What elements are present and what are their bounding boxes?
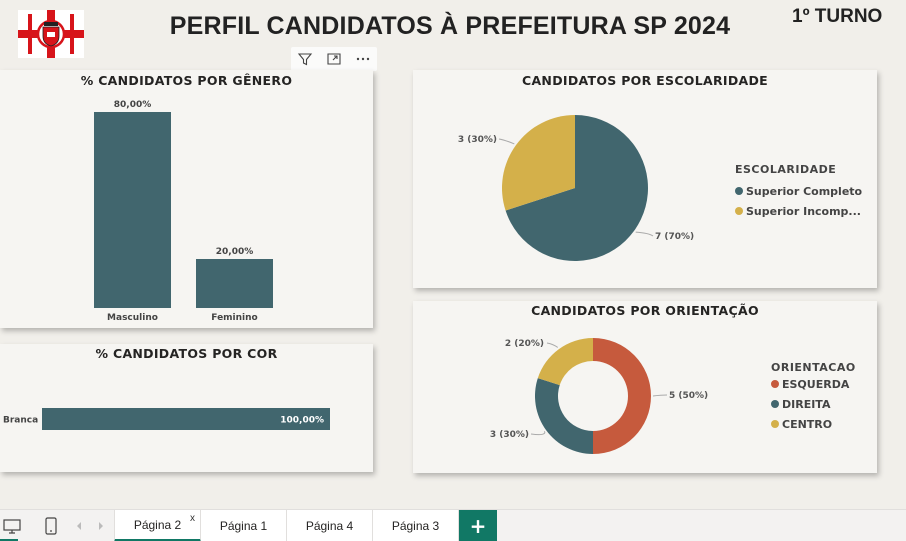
scroll-tabs-right-button[interactable]: [94, 510, 108, 541]
legend-label: Superior Incomp...: [746, 204, 861, 218]
gender-category-label: Masculino: [107, 313, 158, 323]
turno-label: 1º TURNO: [792, 6, 883, 27]
focus-mode-icon[interactable]: [322, 47, 346, 71]
education-data-label: 7 (70%): [655, 232, 694, 242]
orientation-leader-line: [546, 342, 559, 348]
education-chart-card[interactable]: CANDIDATOS POR ESCOLARIDADE 7 (70%) 3 (30…: [413, 70, 877, 288]
orientation-leader-line: [652, 394, 668, 397]
education-legend: ESCOLARIDADE Superior Completo Superior I…: [735, 163, 862, 221]
tab-label: Página 4: [305, 519, 354, 533]
orientation-data-label: 3 (30%): [490, 430, 529, 440]
tab-pagina-1[interactable]: Página 1: [201, 510, 287, 541]
gender-value-label: 80,00%: [114, 100, 152, 110]
tab-pagina-4[interactable]: Página 4: [287, 510, 373, 541]
education-data-label: 3 (30%): [458, 135, 497, 145]
orientation-legend-item[interactable]: DIREITA: [771, 394, 856, 414]
orientation-legend-item[interactable]: CENTRO: [771, 414, 856, 434]
legend-marker: [735, 187, 743, 195]
orientation-legend-title: ORIENTACAO: [771, 361, 856, 374]
legend-marker: [771, 420, 779, 428]
gender-value-label: 20,00%: [216, 247, 254, 257]
page-tab-bar: Página 2 x Página 1 Página 4 Página 3 +: [0, 509, 906, 541]
scroll-tabs-left-button[interactable]: [72, 510, 86, 541]
orientation-leader-line: [530, 431, 546, 436]
desktop-layout-button[interactable]: [0, 510, 24, 541]
desktop-icon: [3, 519, 21, 534]
tab-label: Página 3: [391, 519, 440, 533]
gender-bar: [94, 112, 171, 308]
mobile-layout-button[interactable]: [40, 510, 62, 541]
chevron-left-icon: [77, 522, 81, 530]
close-tab-icon[interactable]: x: [190, 513, 195, 524]
add-page-button[interactable]: +: [459, 510, 497, 541]
page-title: PERFIL CANDIDATOS À PREFEITURA SP 2024: [169, 12, 731, 40]
filter-icon[interactable]: [293, 47, 317, 71]
report-canvas: PERFIL CANDIDATOS À PREFEITURA SP 2024 1…: [0, 0, 906, 509]
education-legend-title: ESCOLARIDADE: [735, 163, 837, 176]
color-value-label: 100,00%: [280, 416, 324, 426]
legend-marker: [771, 380, 779, 388]
tab-label: Página 2: [133, 517, 182, 532]
gender-chart-card[interactable]: % CANDIDATOS POR GÊNERO 80,00% Masculino 2…: [0, 70, 373, 328]
visual-header-toolbar: [291, 47, 377, 71]
orientation-legend: ORIENTACAO ESQUERDA DIREITA CENTRO: [771, 361, 856, 434]
orientation-data-label: 2 (20%): [505, 339, 544, 349]
education-leader-line: [635, 231, 654, 237]
legend-marker: [735, 207, 743, 215]
orientation-chart-card[interactable]: CANDIDATOS POR ORIENTAÇÃO 5 (50%) 3 (30%)…: [413, 301, 877, 473]
orientation-data-label: 5 (50%): [669, 391, 708, 401]
education-legend-item[interactable]: Superior Completo: [735, 181, 862, 201]
orientation-slice: [593, 338, 651, 454]
gender-bar: [196, 259, 273, 308]
tab-pagina-3[interactable]: Página 3: [373, 510, 459, 541]
sp-flag-logo: [18, 10, 84, 58]
education-legend-item[interactable]: Superior Incomp...: [735, 201, 862, 221]
orientation-slice: [535, 378, 593, 454]
legend-label: ESQUERDA: [782, 377, 850, 391]
mobile-icon: [45, 517, 57, 535]
tab-label: Página 1: [219, 519, 268, 533]
tab-pagina-2[interactable]: Página 2 x: [114, 510, 201, 541]
color-bar-chart: 100,00% Branca: [3, 408, 330, 430]
legend-label: Superior Completo: [746, 184, 863, 198]
gender-bar-chart: 80,00% Masculino 20,00% Feminino: [94, 100, 273, 323]
more-options-icon[interactable]: [351, 47, 375, 71]
gender-category-label: Feminino: [211, 313, 257, 323]
orientation-slice: [537, 338, 593, 386]
education-leader-line: [498, 138, 515, 145]
legend-label: DIREITA: [782, 397, 831, 411]
orientation-legend-item[interactable]: ESQUERDA: [771, 374, 856, 394]
color-chart-card[interactable]: % CANDIDATOS POR COR 100,00% Branca: [0, 344, 373, 472]
chevron-right-icon: [99, 522, 103, 530]
color-category-label: Branca: [3, 416, 38, 426]
legend-label: CENTRO: [782, 417, 833, 431]
legend-marker: [771, 400, 779, 408]
